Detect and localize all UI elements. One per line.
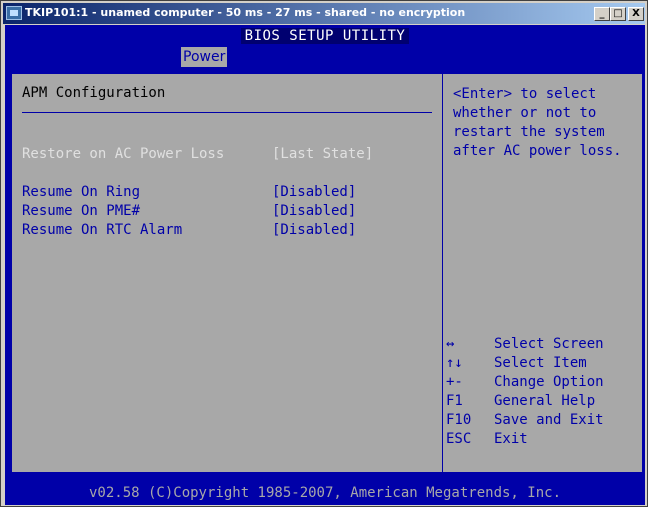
key-desc: Select Item xyxy=(494,355,587,371)
key-item: ↑↓ Select Item xyxy=(446,355,641,374)
bios-menubar: Power xyxy=(5,47,645,67)
key-name: +- xyxy=(446,374,463,390)
setting-restore-on-ac-power-loss[interactable]: Restore on AC Power Loss [Last State] xyxy=(22,146,432,165)
key-desc: Save and Exit xyxy=(494,412,604,428)
bios-title: BIOS SETUP UTILITY xyxy=(5,28,645,44)
bios-title-text: BIOS SETUP UTILITY xyxy=(240,28,410,44)
key-name: F10 xyxy=(446,412,472,428)
key-name: ESC xyxy=(446,431,472,447)
key-desc: Exit xyxy=(494,431,528,447)
key-item: ESC Exit xyxy=(446,431,641,450)
setting-value[interactable]: [Disabled] xyxy=(272,222,356,238)
key-desc: General Help xyxy=(494,393,596,409)
setting-label: Resume On Ring xyxy=(22,184,141,200)
setting-value[interactable]: [Last State] xyxy=(272,146,373,162)
left-right-arrow-icon: ↔ xyxy=(446,336,455,352)
tab-power[interactable]: Power xyxy=(181,47,228,67)
key-item: F10 Save and Exit xyxy=(446,412,641,431)
key-desc: Select Screen xyxy=(494,336,604,352)
bios-footer: v02.58 (C)Copyright 1985-2007, American … xyxy=(88,485,561,501)
setting-value[interactable]: [Disabled] xyxy=(272,203,356,219)
help-panel: <Enter> to select whether or not to rest… xyxy=(442,73,643,473)
key-item: F1 General Help xyxy=(446,393,641,412)
key-item: +- Change Option xyxy=(446,374,641,393)
help-text: <Enter> to select whether or not to rest… xyxy=(453,86,622,159)
up-down-arrow-icon: ↑↓ xyxy=(446,355,463,371)
close-button[interactable]: X xyxy=(628,7,644,21)
section-title: APM Configuration xyxy=(22,85,166,101)
bios-screen: BIOS SETUP UTILITY Power APM Configurati… xyxy=(5,25,645,505)
key-desc: Change Option xyxy=(494,374,604,390)
setting-value[interactable]: [Disabled] xyxy=(272,184,356,200)
section-divider xyxy=(22,112,432,113)
setting-label: Resume On PME# xyxy=(22,203,141,219)
window-title: TKIP101:1 - unamed computer - 50 ms - 27… xyxy=(25,6,466,19)
vnc-app-icon xyxy=(6,6,22,20)
key-name: F1 xyxy=(446,393,463,409)
setting-resume-on-ring[interactable]: Resume On Ring [Disabled] xyxy=(22,184,432,203)
window-titlebar[interactable]: TKIP101:1 - unamed computer - 50 ms - 27… xyxy=(3,3,645,24)
key-legend: ↔ Select Screen ↑↓ Select Item +- Change… xyxy=(446,336,641,450)
setting-label: Restore on AC Power Loss xyxy=(22,146,225,162)
settings-panel: APM Configuration Restore on AC Power Lo… xyxy=(11,73,443,473)
minimize-button[interactable]: _ xyxy=(594,7,610,21)
setting-resume-on-rtc-alarm[interactable]: Resume On RTC Alarm [Disabled] xyxy=(22,222,432,241)
setting-label: Resume On RTC Alarm xyxy=(22,222,183,238)
key-item: ↔ Select Screen xyxy=(446,336,641,355)
setting-resume-on-pme[interactable]: Resume On PME# [Disabled] xyxy=(22,203,432,222)
vnc-window: TKIP101:1 - unamed computer - 50 ms - 27… xyxy=(0,0,648,507)
maximize-button[interactable]: □ xyxy=(610,7,626,21)
